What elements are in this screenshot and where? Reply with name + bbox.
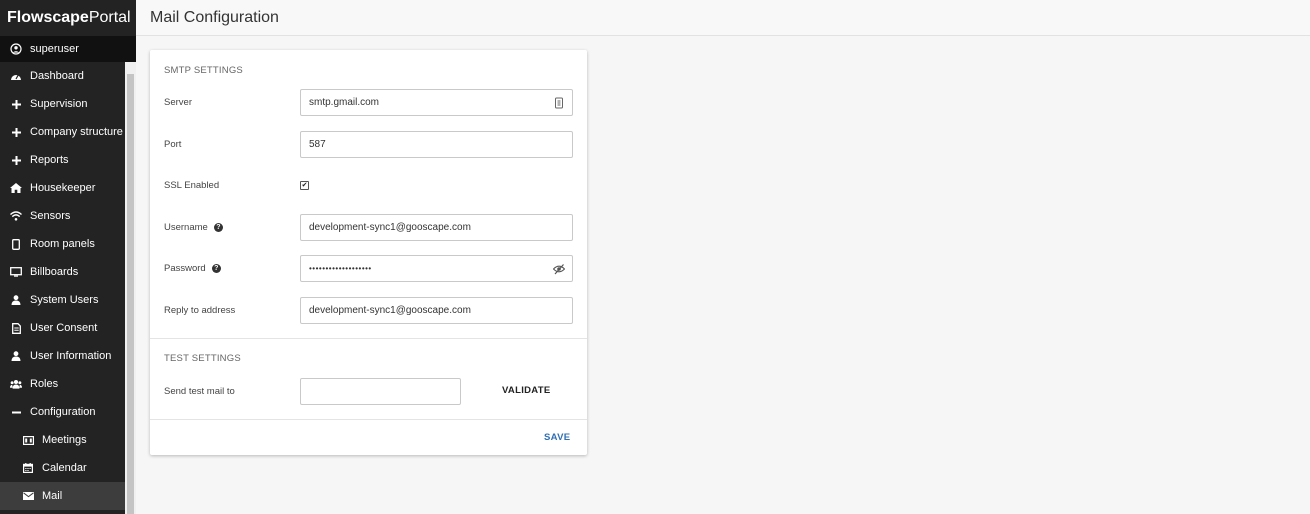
port-input[interactable]: 587 — [300, 131, 573, 158]
sidebar-item-user-information[interactable]: User Information — [0, 342, 125, 370]
sidebar-item-label: Sensors — [30, 210, 71, 222]
sidebar-item-label: Calendar — [42, 462, 87, 474]
eye-slash-icon[interactable] — [552, 263, 566, 275]
sidebar: FlowscapePortal superuser Dashboard Supe… — [0, 0, 136, 514]
dashboard-icon — [10, 70, 22, 82]
section-divider — [150, 338, 587, 339]
sidebar-item-system-users[interactable]: System Users — [0, 286, 125, 314]
sidebar-item-label: Housekeeper — [30, 182, 96, 194]
sidebar-item-supervision[interactable]: Supervision — [0, 90, 125, 118]
tablet-icon — [10, 238, 22, 250]
sidebar-item-room-panels[interactable]: Room panels — [0, 230, 125, 258]
sidebar-item-billboards[interactable]: Billboards — [0, 258, 125, 286]
password-label-text: Password — [164, 263, 206, 274]
password-input[interactable]: ••••••••••••••••••• — [300, 255, 573, 282]
brand-bold: Flowscape — [7, 9, 89, 26]
user-menu[interactable]: superuser — [0, 36, 136, 62]
minus-icon — [10, 406, 22, 418]
sidebar-menu: Dashboard Supervision Company structure … — [0, 62, 125, 510]
sidebar-item-label: Dashboard — [30, 70, 84, 82]
user-name: superuser — [30, 43, 79, 55]
sidebar-scrollbar[interactable] — [125, 62, 136, 514]
user-icon — [10, 350, 22, 362]
users-icon — [10, 378, 22, 390]
server-input-value: smtp.gmail.com — [309, 97, 380, 108]
sidebar-item-mail[interactable]: Mail — [0, 482, 125, 510]
send-test-mail-input[interactable] — [300, 378, 461, 405]
sidebar-item-dashboard[interactable]: Dashboard — [0, 62, 125, 90]
send-test-mail-label: Send test mail to — [164, 386, 235, 397]
page-header: Mail Configuration — [136, 0, 1310, 36]
sidebar-item-label: System Users — [30, 294, 99, 306]
smtp-section-title: SMTP SETTINGS — [164, 65, 243, 76]
sidebar-item-meetings[interactable]: Meetings — [0, 426, 125, 454]
reply-to-label: Reply to address — [164, 305, 236, 316]
sidebar-item-label: Roles — [30, 378, 59, 390]
sidebar-item-housekeeper[interactable]: Housekeeper — [0, 174, 125, 202]
username-label: Username ? — [164, 222, 223, 233]
sidebar-item-label: Configuration — [30, 406, 96, 418]
sidebar-item-label: Meetings — [42, 434, 87, 446]
port-input-value: 587 — [309, 139, 326, 150]
user-icon — [10, 294, 22, 306]
mail-icon — [22, 490, 34, 502]
test-section-title: TEST SETTINGS — [164, 353, 241, 364]
help-icon[interactable]: ? — [211, 264, 221, 273]
server-label: Server — [164, 97, 192, 108]
monitor-icon — [10, 266, 22, 278]
sidebar-item-reports[interactable]: Reports — [0, 146, 125, 174]
sidebar-item-label: User Consent — [30, 322, 98, 334]
save-button[interactable]: SAVE — [544, 432, 570, 443]
sidebar-item-label: Room panels — [30, 238, 95, 250]
port-label: Port — [164, 139, 182, 150]
home-icon — [10, 182, 22, 194]
mail-config-card: SMTP SETTINGS Server smtp.gmail.com Port… — [150, 50, 587, 455]
username-input[interactable]: development-sync1@gooscape.com — [300, 214, 573, 241]
server-input[interactable]: smtp.gmail.com — [300, 89, 573, 116]
sidebar-item-user-consent[interactable]: User Consent — [0, 314, 125, 342]
sidebar-item-company-structure[interactable]: Company structure — [0, 118, 125, 146]
brand-regular: Portal — [88, 9, 131, 26]
username-input-value: development-sync1@gooscape.com — [309, 222, 471, 233]
ssl-enabled-checkbox[interactable]: ✔ — [300, 181, 309, 190]
autofill-icon[interactable] — [553, 97, 565, 109]
validate-button[interactable]: VALIDATE — [502, 385, 551, 396]
sidebar-item-label: Billboards — [30, 266, 79, 278]
sidebar-item-label: User Information — [30, 350, 112, 362]
sidebar-item-label: Mail — [42, 490, 63, 502]
sidebar-item-roles[interactable]: Roles — [0, 370, 125, 398]
reply-to-input-value: development-sync1@gooscape.com — [309, 305, 471, 316]
scrollbar-thumb[interactable] — [127, 74, 134, 514]
document-icon — [10, 322, 22, 334]
sidebar-item-label: Reports — [30, 154, 69, 166]
sidebar-item-label: Supervision — [30, 98, 88, 110]
user-circle-icon — [10, 43, 22, 55]
sidebar-item-calendar[interactable]: Calendar — [0, 454, 125, 482]
username-label-text: Username — [164, 222, 208, 233]
plus-icon — [10, 154, 22, 166]
plus-icon — [10, 126, 22, 138]
sidebar-item-label: Company structure — [30, 126, 123, 138]
sidebar-item-configuration[interactable]: Configuration — [0, 398, 125, 426]
brand-logo[interactable]: FlowscapePortal — [0, 0, 136, 36]
password-input-value: ••••••••••••••••••• — [309, 264, 372, 273]
help-icon[interactable]: ? — [213, 223, 223, 232]
meetings-icon — [22, 434, 34, 446]
ssl-enabled-label: SSL Enabled — [164, 180, 220, 191]
plus-icon — [10, 98, 22, 110]
actions-divider — [150, 419, 587, 420]
reply-to-input[interactable]: development-sync1@gooscape.com — [300, 297, 573, 324]
password-label: Password ? — [164, 263, 221, 274]
sidebar-item-sensors[interactable]: Sensors — [0, 202, 125, 230]
wifi-icon — [10, 210, 22, 222]
page-title: Mail Configuration — [150, 9, 279, 26]
calendar-icon — [22, 462, 34, 474]
